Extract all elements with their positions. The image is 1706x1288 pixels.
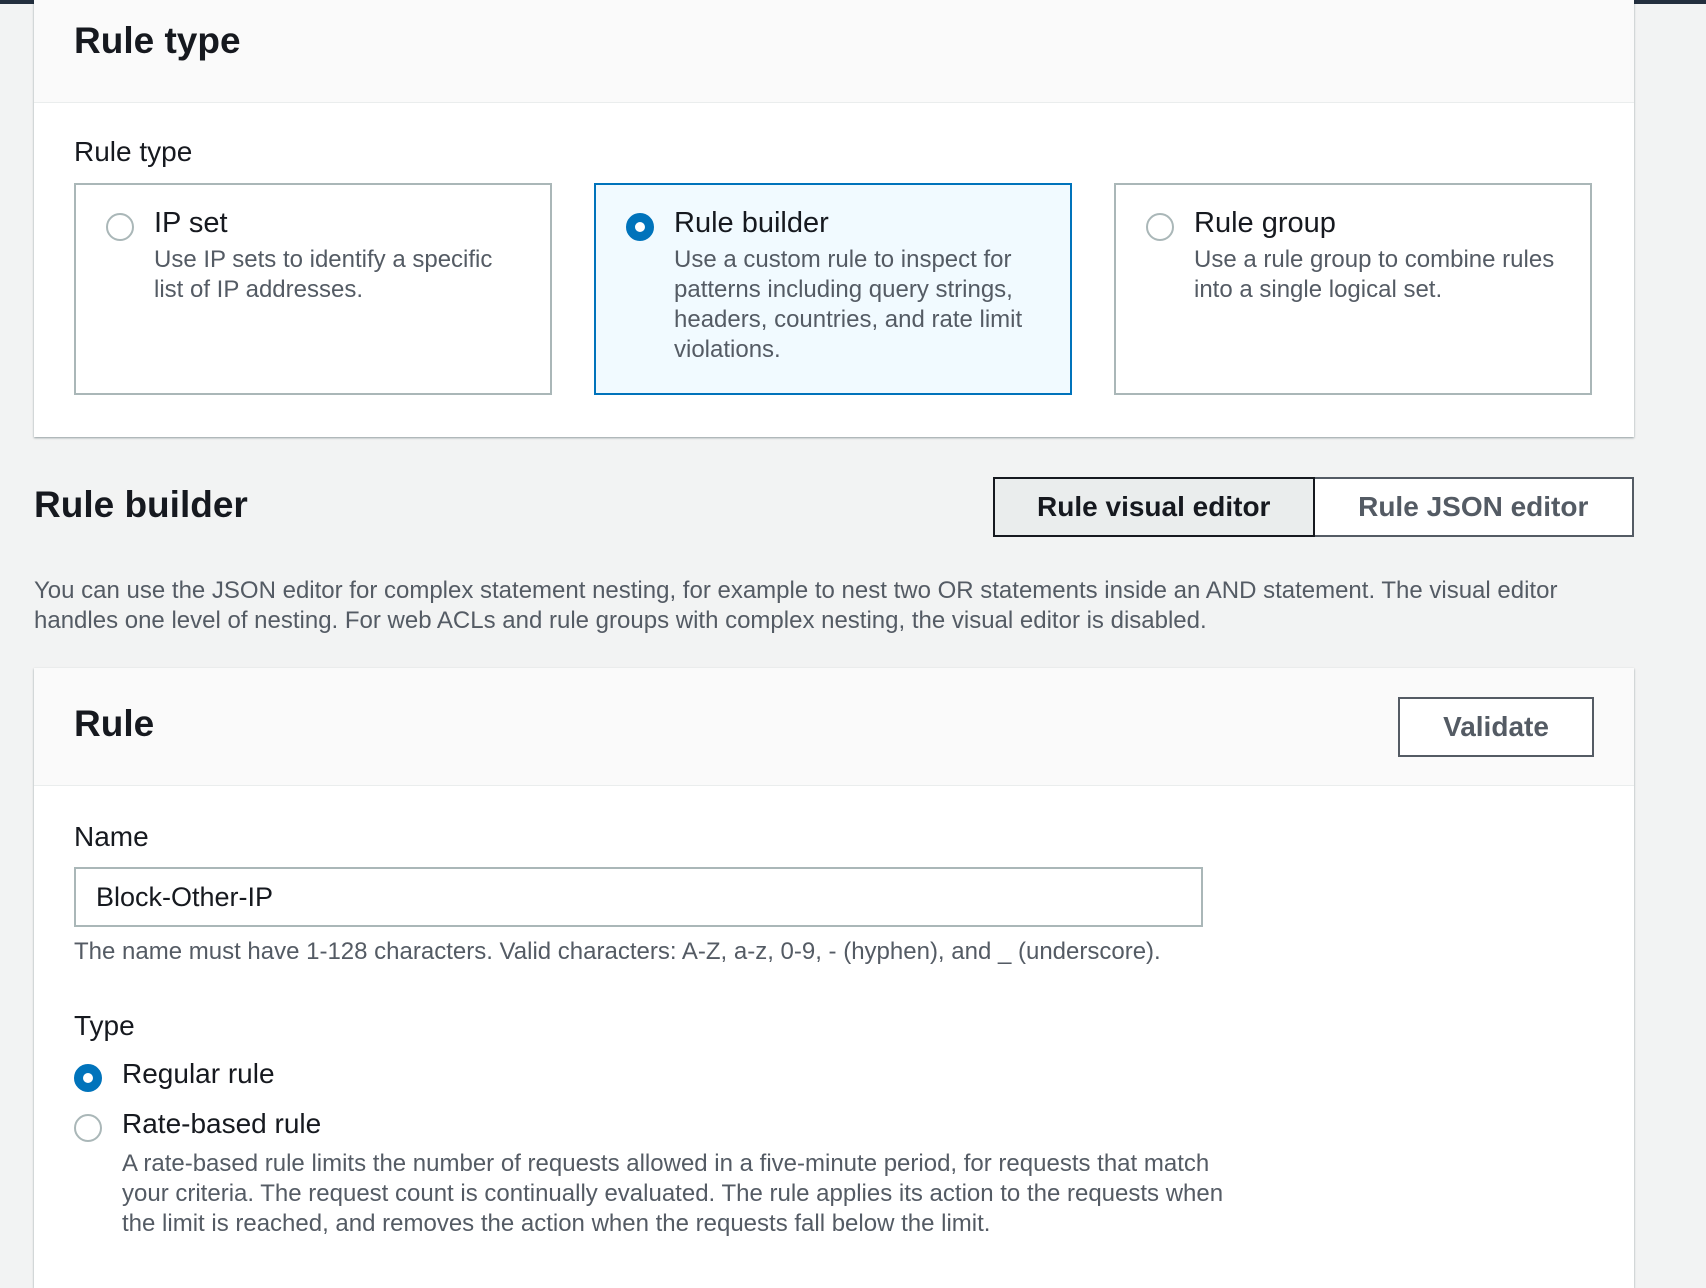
tile-title-ip-set: IP set [154,207,228,239]
rule-type-panel: Rule type Rule type IP set Use IP sets t… [34,0,1634,437]
tile-description-rule-builder: Use a custom rule to inspect for pattern… [674,246,1023,363]
tile-title-rule-builder: Rule builder [674,207,829,239]
tab-rule-visual-editor[interactable]: Rule visual editor [993,477,1315,537]
name-hint: The name must have 1-128 characters. Val… [74,938,1161,965]
radio-regular-rule[interactable] [74,1064,102,1092]
radio-rule-group[interactable] [1146,213,1174,241]
radio-rate-based-rule[interactable] [74,1114,102,1142]
radio-rule-builder[interactable] [626,213,654,241]
rule-name-input[interactable] [74,867,1203,927]
rule-panel-title: Rule [74,703,155,744]
name-field-label: Name [74,821,149,852]
rule-type-tile-ip-set[interactable]: IP set Use IP sets to identify a specifi… [74,183,552,395]
rate-based-rule-label: Rate-based rule [122,1108,322,1139]
tile-title-rule-group: Rule group [1194,207,1336,239]
rule-builder-title: Rule builder [34,484,248,525]
validate-button[interactable]: Validate [1398,697,1594,757]
rule-panel: Rule Validate Name The name must have 1-… [34,668,1634,1288]
tab-rule-json-editor[interactable]: Rule JSON editor [1314,477,1634,537]
rule-type-field-label: Rule type [74,136,193,167]
rule-panel-header: Rule Validate [34,668,1634,786]
rule-builder-description: You can use the JSON editor for complex … [34,577,1558,634]
editor-toggle: Rule visual editor Rule JSON editor [993,477,1634,537]
type-field-label: Type [74,1010,135,1041]
radio-ip-set[interactable] [106,213,134,241]
tile-description-ip-set: Use IP sets to identify a specific list … [154,246,493,303]
rule-type-tile-rule-group[interactable]: Rule group Use a rule group to combine r… [1114,183,1592,395]
regular-rule-label: Regular rule [122,1058,275,1089]
rule-type-tile-rule-builder[interactable]: Rule builder Use a custom rule to inspec… [594,183,1072,395]
rule-type-panel-header: Rule type [34,0,1634,103]
rate-based-rule-description: A rate-based rule limits the number of r… [122,1150,1224,1237]
rule-type-panel-title: Rule type [74,20,241,61]
tile-description-rule-group: Use a rule group to combine rules into a… [1194,246,1555,303]
